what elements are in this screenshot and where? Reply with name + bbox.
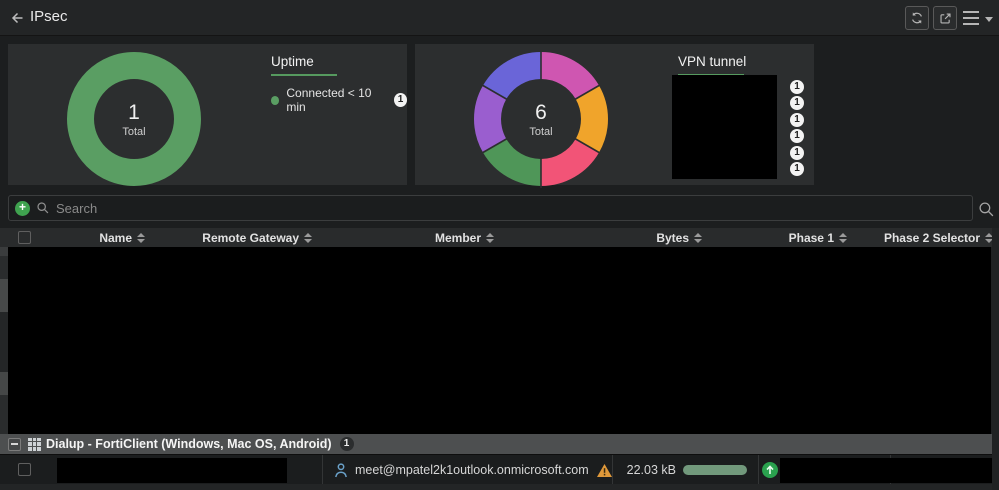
collapse-group-icon[interactable] [8,437,21,451]
search-bar[interactable]: + [8,195,973,221]
column-header-phase-1[interactable]: Phase 1 [710,228,847,247]
table-search-button[interactable] [976,199,996,219]
vpn-legend-count-badge: 1 [790,112,804,127]
table-header: Name Remote Gateway Member Bytes Phase 1… [0,228,999,247]
menu-caret-icon[interactable] [985,17,993,22]
group-row-label: Dialup - FortiClient (Windows, Mac OS, A… [46,437,332,451]
vpn-tunnel-legend-badges: 111111 [790,44,804,185]
table-row[interactable]: meet@mpatel2k1outlook.onmicrosoft.com 22… [0,454,999,485]
phase1-up-icon[interactable] [762,462,778,478]
sort-icon[interactable] [486,232,494,243]
uptime-legend-count-badge: 1 [393,93,407,107]
uptime-legend-item[interactable]: Connected < 10 min 1 [271,86,407,114]
uptime-legend-title: Uptime [271,54,314,69]
column-header-member[interactable]: Member [320,228,494,247]
member-cell: meet@mpatel2k1outlook.onmicrosoft.com [334,455,613,485]
vpn-legend-count-badge: 1 [790,145,804,160]
refresh-icon [912,12,922,24]
column-label: Phase 1 [788,230,834,245]
column-header-phase-2-selector[interactable]: Phase 2 Selector [853,228,993,247]
uptime-widget: 1 Total Uptime Connected < 10 min 1 [8,44,407,186]
sort-icon[interactable] [137,232,145,243]
page-title: IPsec [30,8,68,25]
top-bar: IPsec [0,0,999,36]
ipsec-monitor-page: IPsec 1 Total Uptime Connected < 10 min … [0,0,999,490]
uptime-legend-label: Connected < 10 min [286,86,372,114]
column-label: Name [99,230,132,245]
vpn-tunnel-donut-chart[interactable]: 6 Total [471,49,611,189]
vpn-tunnel-legend-title: VPN tunnel [678,54,747,69]
uptime-donut-ring [67,52,201,186]
vpn-tunnel-legend: VPN tunnel [678,54,746,76]
uptime-legend: Uptime Connected < 10 min 1 [271,54,407,114]
tunnel-name-redaction [57,458,287,483]
external-link-icon [939,12,951,24]
user-icon [335,462,347,477]
back-button[interactable] [6,7,28,29]
open-in-new-window-button[interactable] [933,6,957,30]
column-label: Remote Gateway [202,230,299,245]
vpn-legend-count-badge: 1 [790,129,804,144]
bottom-strip [0,484,999,490]
vertical-scrollbar[interactable] [992,228,999,490]
sort-icon[interactable] [304,232,312,243]
search-input[interactable] [56,200,966,216]
select-all-checkbox[interactable] [18,231,31,244]
group-row-count-badge: 1 [339,437,354,451]
dialup-tunnel-icon [28,437,41,451]
table-search-icon [978,201,993,216]
table-body [0,247,999,434]
sort-icon[interactable] [694,232,702,243]
add-filter-icon[interactable]: + [15,200,30,216]
vpn-tunnel-widget: 6 Total VPN tunnel 111111 [415,44,814,188]
column-header-remote-gateway[interactable]: Remote Gateway [150,228,312,247]
column-label: Member [434,230,481,245]
bytes-value: 22.03 kB [626,463,676,477]
table-body-redaction [8,247,991,434]
row-checkbox[interactable] [18,463,31,476]
column-header-bytes[interactable]: Bytes [500,228,702,247]
bytes-bar [683,465,747,475]
uptime-legend-underline [271,74,337,76]
back-arrow-icon [11,12,23,24]
vpn-legend-count-badge: 1 [790,80,804,94]
uptime-donut-chart[interactable]: 1 Total [64,49,204,189]
refresh-button[interactable] [905,6,929,30]
menu-button[interactable] [963,11,979,25]
search-icon [37,202,49,214]
phase1-name-redaction [780,458,996,483]
sort-icon[interactable] [839,232,847,243]
column-label: Phase 2 Selector [883,230,980,245]
table-group-row-dialup[interactable]: Dialup - FortiClient (Windows, Mac OS, A… [0,434,992,454]
column-label: Bytes [656,230,689,245]
uptime-donut-svg [67,52,201,186]
vpn-legend-count-badge: 1 [790,96,804,111]
member-email: meet@mpatel2k1outlook.onmicrosoft.com [355,463,589,477]
vpn-tunnel-donut-svg [474,50,608,188]
uptime-legend-dot [271,95,280,105]
vpn-legend-count-badge: 1 [790,162,804,176]
vpn-tunnel-legend-redaction [672,75,777,179]
column-header-name[interactable]: Name [40,228,145,247]
